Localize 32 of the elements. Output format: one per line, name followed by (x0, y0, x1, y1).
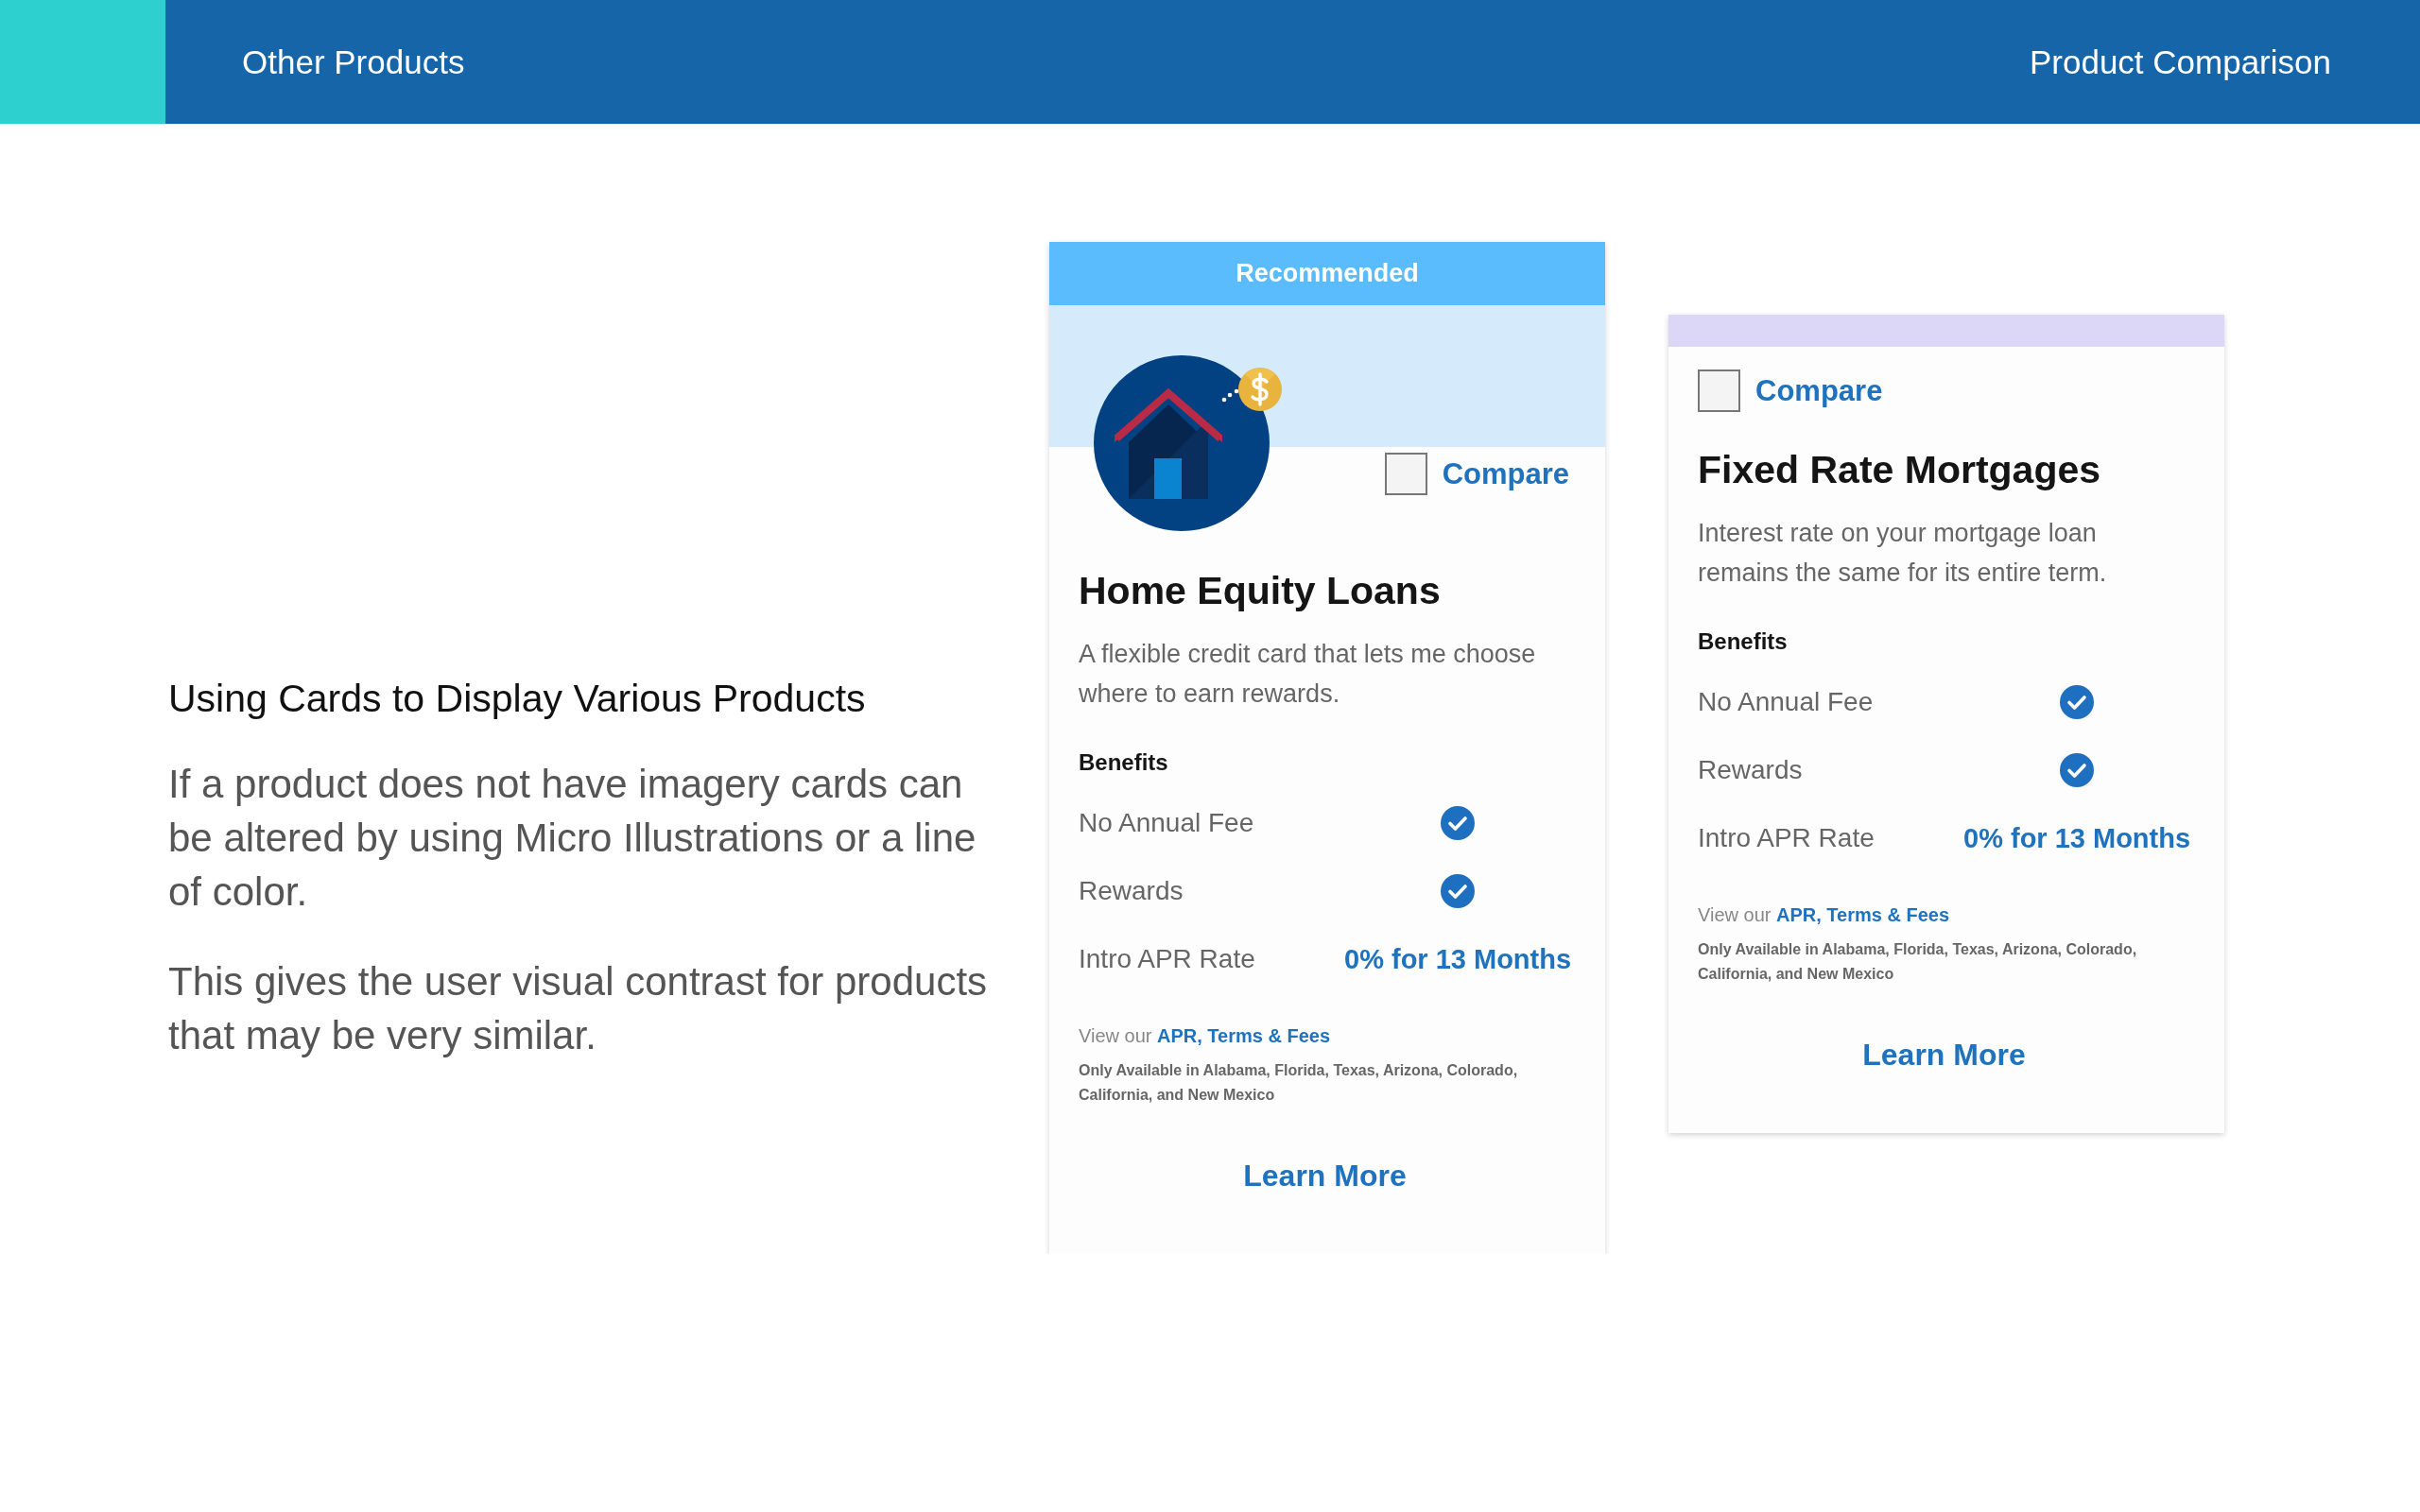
terms-text: View our APR, Terms & Fees (1698, 904, 1951, 926)
recommended-banner: Recommended (1049, 242, 1605, 305)
checkbox[interactable] (1384, 453, 1427, 495)
page-title: Product Comparison (2029, 43, 2331, 81)
benefit-label: Intro APR Rate (1079, 944, 1256, 974)
benefit-value: 0% for 13 Months (1344, 943, 1571, 975)
benefit-value: 0% for 13 Months (1963, 822, 2190, 854)
terms-link[interactable]: APR, Terms & Fees (1157, 1025, 1331, 1046)
benefit-label: Intro APR Rate (1698, 823, 1876, 853)
compare-checkbox[interactable]: Compare (1384, 453, 1569, 495)
benefit-label: No Annual Fee (1079, 808, 1255, 838)
card-title: Home Equity Loans (1079, 569, 1442, 613)
nav-link[interactable]: Other Products (242, 43, 465, 81)
compare-checkbox[interactable]: Compare (1698, 369, 2190, 412)
body-paragraph: If a product does not have imagery cards can be altered by using Micro Illustrations or a line of color. (168, 761, 977, 916)
availability-note: Only Available in Alabama, Florida, Texas, Arizona, Colorado, California, and New Mexico (1079, 1061, 1519, 1105)
benefits-heading: Benefits (1079, 749, 1169, 776)
body-paragraph: This gives the user visual contrast for products that may be very similar. (168, 958, 989, 1059)
card-description: A flexible credit card that lets me choose where to earn rewards. (1079, 639, 1537, 710)
terms-link[interactable]: APR, Terms & Fees (1776, 904, 1950, 925)
benefit-label: Rewards (1079, 876, 1184, 906)
terms-text: View our APR, Terms & Fees (1079, 1025, 1332, 1047)
benefit-label: Rewards (1698, 755, 1804, 785)
checkbox[interactable] (1698, 369, 1740, 412)
section-heading: Using Cards to Display Various Products (168, 677, 867, 721)
benefit-label: No Annual Fee (1698, 687, 1875, 717)
learn-more-button[interactable]: Learn More (1236, 1155, 1414, 1197)
learn-more-button[interactable]: Learn More (1855, 1034, 2033, 1076)
card-description: Interest rate on your mortgage loan remains the same for its entire term. (1698, 518, 2108, 589)
card-title: Fixed Rate Mortgages (1698, 448, 2102, 492)
benefits-heading: Benefits (1698, 628, 1789, 655)
availability-note: Only Available in Alabama, Florida, Texas, Arizona, Colorado, California, and New Mexico (1698, 940, 2138, 984)
